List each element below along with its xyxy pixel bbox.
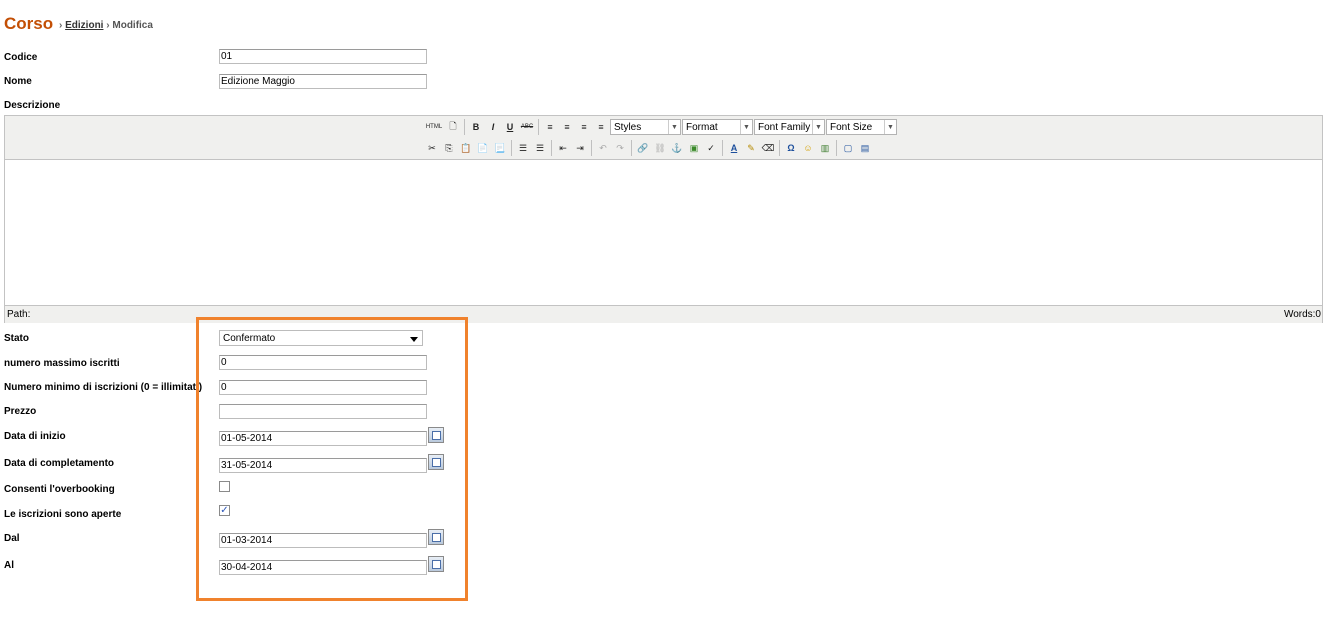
nome-label: Nome (4, 76, 32, 87)
align-justify-icon[interactable]: ≡ (593, 119, 609, 135)
fullscreen-icon[interactable]: ▢ (840, 140, 856, 156)
chevron-down-icon: ▼ (668, 120, 680, 134)
page-title: Corso (4, 14, 54, 33)
description-editor: HTML 🗋 B I U ABC ≡ ≡ ≡ ≡ Styles ▼ Format… (4, 115, 1323, 323)
paste-text-icon[interactable]: 📄 (475, 140, 491, 156)
unlink-icon[interactable]: ⛓ (652, 140, 668, 156)
preview-icon[interactable]: ▤ (857, 140, 873, 156)
font-color-icon[interactable]: A (726, 140, 742, 156)
align-right-icon[interactable]: ≡ (576, 119, 592, 135)
codice-label: Codice (4, 52, 38, 63)
breadcrumb-separator: › (59, 20, 63, 31)
editor-word-count: Words:0 (1283, 309, 1321, 320)
overbooking-label: Consenti l'overbooking (4, 484, 115, 495)
indent-icon[interactable]: ⇥ (572, 140, 588, 156)
toolbar-separator (591, 140, 592, 156)
html-source-icon[interactable]: HTML (424, 119, 444, 135)
data-inizio-label: Data di inizio (4, 431, 66, 442)
toolbar-separator (779, 140, 780, 156)
toolbar-separator (722, 140, 723, 156)
anchor-icon[interactable]: ⚓ (669, 140, 685, 156)
editor-path: Path: (7, 309, 31, 320)
chevron-down-icon: ▼ (884, 120, 896, 134)
outdent-icon[interactable]: ⇤ (555, 140, 571, 156)
format-select[interactable]: Format ▼ (682, 119, 753, 135)
undo-icon[interactable]: ↶ (595, 140, 611, 156)
chevron-down-icon: ▼ (812, 120, 824, 134)
emoticon-icon[interactable]: ☺ (800, 140, 816, 156)
italic-icon[interactable]: I (485, 119, 501, 135)
styles-select[interactable]: Styles ▼ (610, 119, 681, 135)
al-label: Al (4, 560, 14, 571)
underline-icon[interactable]: U (502, 119, 518, 135)
media-icon[interactable]: ▥ (817, 140, 833, 156)
breadcrumb-current: Modifica (112, 20, 153, 31)
descrizione-label: Descrizione (4, 100, 61, 111)
cut-icon[interactable]: ✂ (424, 140, 440, 156)
paste-word-icon[interactable]: 📃 (492, 140, 508, 156)
toolbar-separator (511, 140, 512, 156)
styles-select-label: Styles (614, 121, 642, 133)
iscrizioni-aperte-label: Le iscrizioni sono aperte (4, 509, 122, 520)
special-char-icon[interactable]: Ω (783, 140, 799, 156)
font-family-select[interactable]: Font Family ▼ (754, 119, 825, 135)
min-iscrizioni-label: Numero minimo di iscrizioni (0 = illimit… (4, 382, 203, 393)
breadcrumb: › Edizioni › Modifica (59, 20, 153, 31)
toolbar-separator (538, 119, 539, 135)
format-select-label: Format (686, 121, 718, 133)
paste-icon[interactable]: 📋 (458, 140, 474, 156)
dal-label: Dal (4, 533, 20, 544)
max-iscritti-label: numero massimo iscritti (4, 358, 120, 369)
link-icon[interactable]: 🔗 (635, 140, 651, 156)
redo-icon[interactable]: ↷ (612, 140, 628, 156)
toolbar-separator (464, 119, 465, 135)
font-family-select-label: Font Family (758, 121, 811, 133)
numbered-list-icon[interactable]: ☰ (532, 140, 548, 156)
toolbar-separator (836, 140, 837, 156)
nome-field[interactable]: Edizione Maggio (219, 74, 427, 89)
editor-content-area[interactable] (5, 160, 1322, 304)
editor-toolbar: HTML 🗋 B I U ABC ≡ ≡ ≡ ≡ Styles ▼ Format… (5, 116, 1322, 160)
bullet-list-icon[interactable]: ☰ (515, 140, 531, 156)
editor-toolbar-row-2: ✂ ⎘ 📋 📄 📃 ☰ ☰ ⇤ ⇥ ↶ ↷ 🔗 ⛓ ⚓ ▣ ✓ A ✎ ⌫ Ω (424, 139, 873, 157)
eraser-icon[interactable]: ⌫ (760, 140, 776, 156)
cleanup-icon[interactable]: ✓ (703, 140, 719, 156)
prezzo-label: Prezzo (4, 406, 37, 417)
stato-label: Stato (4, 333, 29, 344)
image-icon[interactable]: ▣ (686, 140, 702, 156)
breadcrumb-link-edizioni[interactable]: Edizioni (65, 20, 103, 31)
editor-toolbar-row-1: HTML 🗋 B I U ABC ≡ ≡ ≡ ≡ Styles ▼ Format… (424, 118, 897, 136)
strikethrough-icon[interactable]: ABC (519, 119, 535, 135)
align-center-icon[interactable]: ≡ (559, 119, 575, 135)
codice-field[interactable]: 01 (219, 49, 427, 64)
highlight-box (196, 317, 468, 601)
bold-icon[interactable]: B (468, 119, 484, 135)
highlight-color-icon[interactable]: ✎ (743, 140, 759, 156)
chevron-down-icon: ▼ (740, 120, 752, 134)
font-size-select[interactable]: Font Size ▼ (826, 119, 897, 135)
new-document-icon[interactable]: 🗋 (445, 119, 461, 135)
breadcrumb-separator: › (106, 20, 110, 31)
copy-icon[interactable]: ⎘ (441, 140, 457, 156)
font-size-select-label: Font Size (830, 121, 873, 133)
align-left-icon[interactable]: ≡ (542, 119, 558, 135)
toolbar-separator (631, 140, 632, 156)
data-completamento-label: Data di completamento (4, 458, 115, 469)
toolbar-separator (551, 140, 552, 156)
